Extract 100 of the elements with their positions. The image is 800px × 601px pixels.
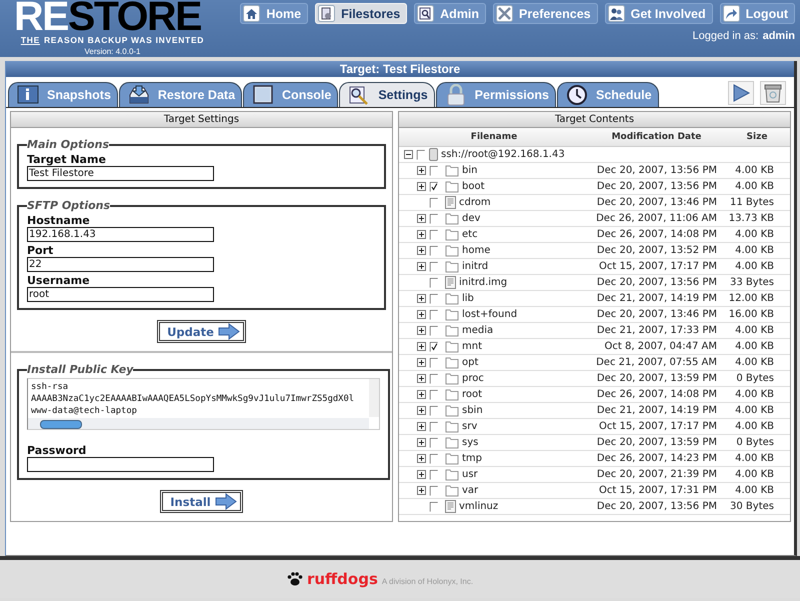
expand-icon[interactable] [417, 454, 426, 463]
size-cell-text: 12.00 KB [728, 292, 775, 306]
date-cell-text: Dec 20, 2007, 13:46 PM [596, 308, 717, 322]
file-name[interactable]: usr [462, 467, 478, 482]
run-button[interactable] [728, 81, 754, 105]
checkbox[interactable] [429, 166, 439, 176]
expand-icon[interactable] [417, 214, 426, 223]
checkbox[interactable] [429, 358, 439, 368]
file-name[interactable]: lib [462, 291, 474, 306]
file-name[interactable]: sys [462, 435, 478, 450]
checkbox[interactable] [429, 214, 439, 224]
collapse-icon[interactable] [404, 150, 413, 159]
install-button[interactable]: Install [160, 490, 243, 513]
checkbox[interactable] [429, 438, 439, 448]
expand-icon[interactable] [417, 310, 426, 319]
checkbox[interactable] [429, 470, 439, 480]
expand-icon[interactable] [417, 358, 426, 367]
file-name[interactable]: vmlinuz [459, 499, 498, 514]
file-name[interactable]: etc [462, 227, 478, 242]
checkbox[interactable] [429, 182, 439, 192]
folder-icon [445, 388, 459, 401]
column-header[interactable]: Filename [399, 128, 589, 146]
checkbox[interactable] [429, 406, 439, 416]
house-icon [243, 5, 260, 22]
column-header[interactable]: Modification Date [589, 128, 724, 146]
folder-icon [445, 436, 459, 449]
checkbox[interactable] [416, 150, 426, 160]
expand-icon[interactable] [417, 246, 426, 255]
host-label[interactable]: ssh://root@192.168.1.43 [441, 147, 565, 162]
update-button[interactable]: Update [157, 320, 246, 343]
folder-icon [445, 452, 459, 465]
date-cell-text: Dec 20, 2007, 13:56 PM [596, 180, 717, 194]
folder-icon [445, 404, 459, 417]
expand-icon[interactable] [417, 262, 426, 271]
expand-icon[interactable] [417, 166, 426, 175]
file-name[interactable]: sbin [462, 403, 483, 418]
input-field[interactable]: root [27, 287, 214, 302]
checkbox[interactable] [429, 294, 439, 304]
checkbox[interactable] [429, 454, 439, 464]
input-field[interactable]: Test Filestore [27, 166, 214, 181]
file-name[interactable]: proc [462, 371, 484, 386]
nav-button[interactable]: Filestores [315, 3, 408, 24]
checkbox[interactable] [429, 502, 439, 512]
checkbox[interactable] [429, 326, 439, 336]
checkbox[interactable] [429, 374, 439, 384]
file-name[interactable]: dev [462, 211, 480, 226]
checkbox[interactable] [429, 230, 439, 240]
delete-button[interactable] [760, 81, 786, 105]
checkbox[interactable] [429, 262, 439, 272]
field-label: Target Name [27, 153, 107, 166]
expand-icon[interactable] [417, 390, 426, 399]
people-icon [608, 5, 625, 22]
field-label: Password [27, 444, 88, 457]
expand-icon[interactable] [417, 422, 426, 431]
file-name[interactable]: lost+found [462, 307, 518, 322]
checkbox[interactable] [429, 310, 439, 320]
file-name[interactable]: root [462, 387, 482, 402]
checkbox[interactable] [429, 486, 439, 496]
input-field[interactable]: 192.168.1.43 [27, 227, 214, 242]
group-legend: SFTP Options [27, 199, 110, 212]
expand-icon[interactable] [417, 486, 426, 495]
file-name[interactable]: initrd.img [459, 275, 508, 290]
file-name[interactable]: boot [462, 179, 485, 194]
date-cell-text: Dec 21, 2007, 17:33 PM [596, 324, 717, 338]
file-name[interactable]: srv [462, 419, 478, 434]
checkbox[interactable] [429, 278, 439, 288]
file-name[interactable]: initrd [462, 259, 488, 274]
column-header[interactable]: Size [724, 128, 790, 146]
file-name[interactable]: home [462, 243, 490, 258]
checkbox[interactable] [429, 246, 439, 256]
expand-icon[interactable] [417, 182, 426, 191]
input-field[interactable]: 22 [27, 257, 214, 272]
file-name[interactable]: var [462, 483, 478, 498]
file-name[interactable]: tmp [462, 451, 482, 466]
expand-icon[interactable] [417, 470, 426, 479]
expand-icon[interactable] [417, 342, 426, 351]
folder-icon [445, 340, 459, 353]
expand-icon[interactable] [417, 438, 426, 447]
file-name[interactable]: cdrom [459, 195, 491, 210]
expand-icon[interactable] [417, 374, 426, 383]
key-field[interactable]: ssh-rsa AAAAB3NzaC1yc2EAAAABIwAAAQEA5LSopYsMMwkSg9vJ1ulu7ImwrZS5gdX0l www-data@tech-laptop [27, 378, 380, 430]
login-label: Logged in as: [692, 30, 759, 42]
file-name[interactable]: opt [462, 355, 478, 370]
file-name[interactable]: media [462, 323, 494, 338]
size-cell-text: 30 Bytes [729, 500, 775, 514]
password-field[interactable] [27, 457, 214, 472]
checkbox[interactable] [429, 390, 439, 400]
file-name[interactable]: bin [462, 163, 478, 178]
tab[interactable]: Settings [339, 82, 435, 107]
expand-icon[interactable] [417, 406, 426, 415]
checkbox[interactable] [429, 422, 439, 432]
date-cell-text: Dec 20, 2007, 13:59 PM [596, 436, 717, 450]
size-cell-text: 4.00 KB [734, 164, 775, 178]
checkbox[interactable] [429, 198, 439, 208]
expand-icon[interactable] [417, 294, 426, 303]
play-icon [731, 83, 751, 103]
file-name[interactable]: mnt [462, 339, 482, 354]
checkbox[interactable] [429, 342, 439, 352]
expand-icon[interactable] [417, 326, 426, 335]
expand-icon[interactable] [417, 230, 426, 239]
